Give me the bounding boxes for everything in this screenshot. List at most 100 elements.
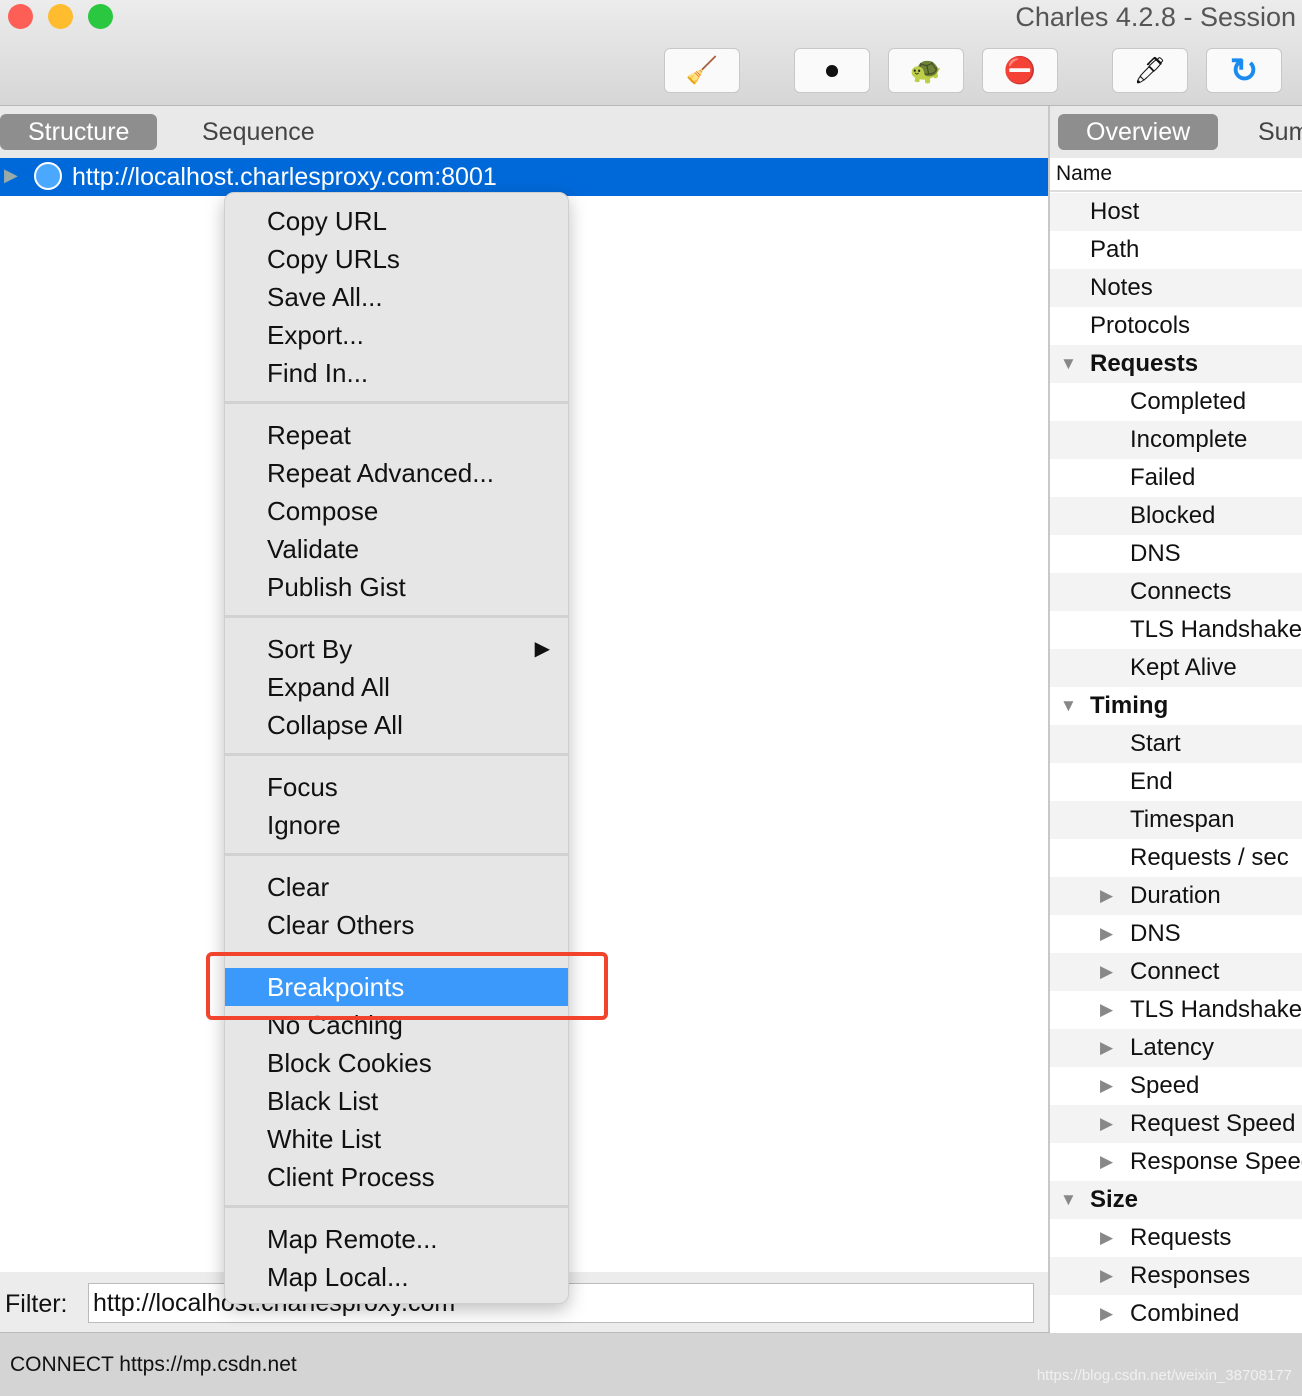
menu-separator [225,853,568,856]
menu-item-expand-all[interactable]: Expand All [225,668,568,706]
overview-row[interactable]: ▶ Combined [1050,1295,1302,1333]
overview-row[interactable]: ▶ Latency [1050,1029,1302,1067]
menu-item-find-in[interactable]: Find In... [225,354,568,392]
turtle-button[interactable]: 🐢 [888,48,964,93]
menu-item-label: Ignore [267,810,341,840]
overview-row[interactable]: ▶ DNS [1050,915,1302,953]
overview-row-label: Requests [1090,350,1199,377]
disclosure-collapsed-icon[interactable]: ▶ [1100,1219,1113,1257]
menu-item-ignore[interactable]: Ignore [225,806,568,844]
menu-item-map-local[interactable]: Map Local... [225,1258,568,1296]
overview-row[interactable]: Notes [1050,269,1302,307]
minimize-window-button[interactable] [48,4,73,29]
disclosure-collapsed-icon[interactable]: ▶ [1100,991,1113,1029]
menu-separator [225,401,568,404]
overview-row[interactable]: Timespan [1050,801,1302,839]
overview-row[interactable]: Protocols [1050,307,1302,345]
menu-item-publish-gist[interactable]: Publish Gist [225,568,568,606]
overview-row-label: Notes [1090,274,1153,301]
record-button[interactable]: ⏺ [794,48,870,93]
overview-row-label: Requests / sec [1130,844,1289,871]
menu-item-repeat[interactable]: Repeat [225,416,568,454]
refresh-icon: ↻ [1229,51,1259,90]
menu-item-focus[interactable]: Focus [225,768,568,806]
disclosure-collapsed-icon[interactable]: ▶ [1100,1295,1113,1333]
menu-separator [225,615,568,618]
overview-row[interactable]: ▼ Size [1050,1181,1302,1219]
menu-item-block-cookies[interactable]: Block Cookies [225,1044,568,1082]
disclosure-expanded-icon[interactable]: ▼ [1060,687,1077,725]
menu-item-compose[interactable]: Compose [225,492,568,530]
overview-row[interactable]: Blocked [1050,497,1302,535]
overview-row[interactable]: ▶ Requests [1050,1219,1302,1257]
disclosure-collapsed-icon[interactable]: ▶ [1100,953,1113,991]
disclosure-collapsed-icon[interactable]: ▶ [1100,877,1113,915]
overview-row[interactable]: ▼ Timing [1050,687,1302,725]
menu-item-save-all[interactable]: Save All... [225,278,568,316]
tab-sequence[interactable]: Sequence [174,114,343,150]
disclosure-expanded-icon[interactable]: ▼ [1060,345,1077,383]
overview-row[interactable]: ▶ Response Speed [1050,1143,1302,1181]
overview-row[interactable]: ▶ TLS Handshake [1050,991,1302,1029]
overview-row-label: Host [1090,198,1140,225]
menu-item-label: Collapse All [267,710,403,740]
menu-item-sort-by[interactable]: Sort By ▶ [225,630,568,668]
tab-overview[interactable]: Overview [1058,114,1219,150]
disclosure-collapsed-icon[interactable]: ▶ [1100,1105,1113,1143]
menu-item-black-list[interactable]: Black List [225,1082,568,1120]
menu-item-copy-urls[interactable]: Copy URLs [225,240,568,278]
overview-row[interactable]: ▼ Requests [1050,345,1302,383]
column-header-name[interactable]: Name [1050,158,1302,192]
overview-row[interactable]: ▶ Duration [1050,877,1302,915]
disclosure-expanded-icon[interactable]: ▼ [1060,1181,1077,1219]
overview-row[interactable]: End [1050,763,1302,801]
overview-row[interactable]: Kept Alive [1050,649,1302,687]
menu-item-client-process[interactable]: Client Process [225,1158,568,1196]
tab-structure[interactable]: Structure [0,114,158,150]
overview-row-label: Size [1090,1186,1139,1213]
menu-item-map-remote[interactable]: Map Remote... [225,1220,568,1258]
overview-row[interactable]: Incomplete [1050,421,1302,459]
overview-row[interactable]: TLS Handshakes [1050,611,1302,649]
overview-row[interactable]: ▶ Responses [1050,1257,1302,1295]
menu-item-export[interactable]: Export... [225,316,568,354]
disclosure-collapsed-icon[interactable]: ▶ [1100,1029,1113,1067]
menu-item-white-list[interactable]: White List [225,1120,568,1158]
refresh-button[interactable]: ↻ [1206,48,1282,93]
close-window-button[interactable] [8,4,33,29]
tab-summary[interactable]: Summary [1230,114,1302,150]
menu-item-clear[interactable]: Clear [225,868,568,906]
disclosure-triangle-icon[interactable]: ▶ [4,165,18,186]
overview-row[interactable]: Path [1050,231,1302,269]
overview-row[interactable]: Requests / sec [1050,839,1302,877]
pen-button[interactable]: 🖊 [1112,48,1188,93]
overview-row[interactable]: Failed [1050,459,1302,497]
filter-label: Filter: [5,1290,68,1318]
overview-row-label: Protocols [1090,312,1191,339]
broom-button[interactable]: 🧹 [664,48,740,93]
overview-row[interactable]: Completed [1050,383,1302,421]
disclosure-collapsed-icon[interactable]: ▶ [1100,1257,1113,1295]
overview-row[interactable]: Host [1050,193,1302,231]
breakpoint-stop-button[interactable]: ⛔ [982,48,1058,93]
overview-row-label: Blocked [1130,502,1216,529]
disclosure-collapsed-icon[interactable]: ▶ [1100,1143,1113,1181]
zoom-window-button[interactable] [88,4,113,29]
overview-row[interactable]: ▶ Request Speed [1050,1105,1302,1143]
overview-row[interactable]: Connects [1050,573,1302,611]
menu-item-validate[interactable]: Validate [225,530,568,568]
overview-row[interactable]: ▶ Speed [1050,1067,1302,1105]
overview-row-label: Request Speed [1130,1110,1296,1137]
disclosure-collapsed-icon[interactable]: ▶ [1100,915,1113,953]
overview-panel: Overview Summary Name Host Path Notes Proto… [1048,106,1302,1333]
menu-item-clear-others[interactable]: Clear Others [225,906,568,944]
overview-row[interactable]: ▶ Connect [1050,953,1302,991]
menu-item-repeat-advanced[interactable]: Repeat Advanced... [225,454,568,492]
overview-row[interactable]: DNS [1050,535,1302,573]
overview-row-label: Start [1130,730,1181,757]
menu-item-collapse-all[interactable]: Collapse All [225,706,568,744]
tree-row-selected-host[interactable]: ▶ http://localhost.charlesproxy.com:8001 [0,158,1048,196]
menu-item-copy-url[interactable]: Copy URL [225,202,568,240]
overview-row[interactable]: Start [1050,725,1302,763]
disclosure-collapsed-icon[interactable]: ▶ [1100,1067,1113,1105]
